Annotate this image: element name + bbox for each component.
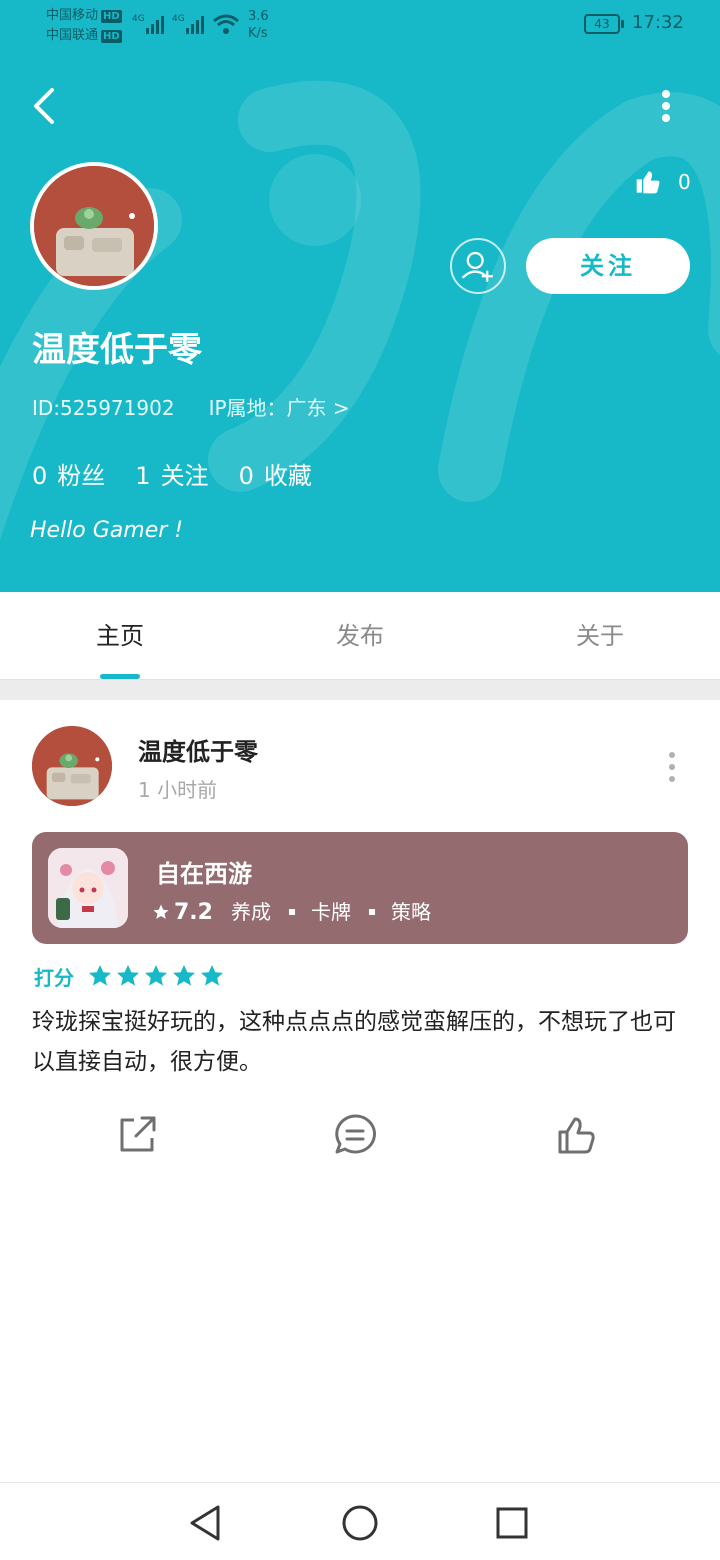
like-count: 0 <box>678 170 691 194</box>
status-bar: 中国移动 HD 中国联通 HD 4G 4G 3.6 K/s 43 17:32 <box>0 0 720 50</box>
avatar-image <box>34 166 154 286</box>
svg-text:4G: 4G <box>132 14 145 24</box>
thumb-up-icon[interactable] <box>634 162 674 202</box>
clock: 17:32 <box>632 12 684 33</box>
star-icon <box>201 965 223 986</box>
more-icon[interactable] <box>650 84 682 128</box>
carrier-1: 中国移动 HD <box>46 8 122 23</box>
system-nav-bar <box>0 1482 720 1560</box>
nav-back-icon[interactable] <box>184 1501 228 1545</box>
post-author-avatar[interactable] <box>32 726 112 806</box>
back-icon[interactable] <box>26 84 66 128</box>
star-icon <box>117 965 139 986</box>
bio: Hello Gamer ! <box>30 518 184 543</box>
rating-stars <box>89 965 223 986</box>
ip-location-link[interactable]: IP属地：广东 > <box>209 396 350 420</box>
game-tag: 卡牌 <box>310 900 351 924</box>
star-icon <box>173 965 195 986</box>
tab-bar: 主页 发布 关于 <box>0 592 720 680</box>
post-author-name[interactable]: 温度低于零 <box>138 732 258 767</box>
tab-indicator <box>100 674 140 679</box>
watermark-logo <box>0 80 720 540</box>
share-icon[interactable] <box>112 1110 162 1160</box>
post-content[interactable]: 玲珑探宝挺好玩的，这种点点点的感觉蛮解压的，不想玩了也可以直接自动，很方便。 <box>32 1002 692 1082</box>
network-speed: 3.6 K/s <box>248 9 269 41</box>
game-score-row: 7.2 养成 卡牌 策略 <box>152 896 431 925</box>
avatar[interactable] <box>30 162 158 290</box>
post-more-icon[interactable] <box>660 750 684 784</box>
section-divider <box>0 680 720 700</box>
nav-home-icon[interactable] <box>338 1501 382 1545</box>
tab-about[interactable]: 关于 <box>480 592 720 680</box>
favorites-stat[interactable]: 0 收藏 <box>239 462 312 490</box>
tab-posts[interactable]: 发布 <box>240 592 480 680</box>
rating-label: 打分 <box>34 966 74 990</box>
screen: 中国移动 HD 中国联通 HD 4G 4G 3.6 K/s 43 17:32 0… <box>0 0 720 1560</box>
follow-button[interactable]: 关注 <box>526 238 690 294</box>
star-icon <box>89 965 111 986</box>
game-art <box>48 848 128 928</box>
game-card[interactable]: 自在西游 7.2 养成 卡牌 策略 <box>32 832 688 944</box>
star-icon <box>145 965 167 986</box>
game-icon <box>48 848 128 928</box>
profile-header: 中国移动 HD 中国联通 HD 4G 4G 3.6 K/s 43 17:32 0… <box>0 0 720 592</box>
comment-icon[interactable] <box>330 1110 380 1160</box>
carrier-2: 中国联通 HD <box>46 28 122 43</box>
star-icon <box>153 904 169 919</box>
like-icon[interactable] <box>552 1110 602 1160</box>
tab-home[interactable]: 主页 <box>0 592 240 680</box>
battery-tip <box>621 20 624 28</box>
following-stat[interactable]: 1 关注 <box>135 462 208 490</box>
username: 温度低于零 <box>32 330 202 370</box>
signal-icon-2: 4G <box>172 14 204 34</box>
stats-row: 0 粉丝 1 关注 0 收藏 <box>32 456 342 491</box>
game-tag: 养成 <box>230 900 271 924</box>
signal-icon: 4G <box>132 14 164 34</box>
add-friend-icon[interactable] <box>450 238 506 294</box>
post-time: 1 小时前 <box>138 778 218 802</box>
user-id: ID:525971902 <box>32 396 175 420</box>
game-tag: 策略 <box>390 900 431 924</box>
nav-recent-icon[interactable] <box>490 1501 534 1545</box>
game-name: 自在西游 <box>156 860 252 888</box>
battery-icon: 43 <box>584 14 620 34</box>
wifi-icon <box>213 14 239 34</box>
meta-row: ID:525971902 IP属地：广东 > <box>32 392 384 421</box>
svg-text:4G: 4G <box>172 14 185 24</box>
avatar-image-small <box>32 726 112 806</box>
fans-stat[interactable]: 0 粉丝 <box>32 462 105 490</box>
